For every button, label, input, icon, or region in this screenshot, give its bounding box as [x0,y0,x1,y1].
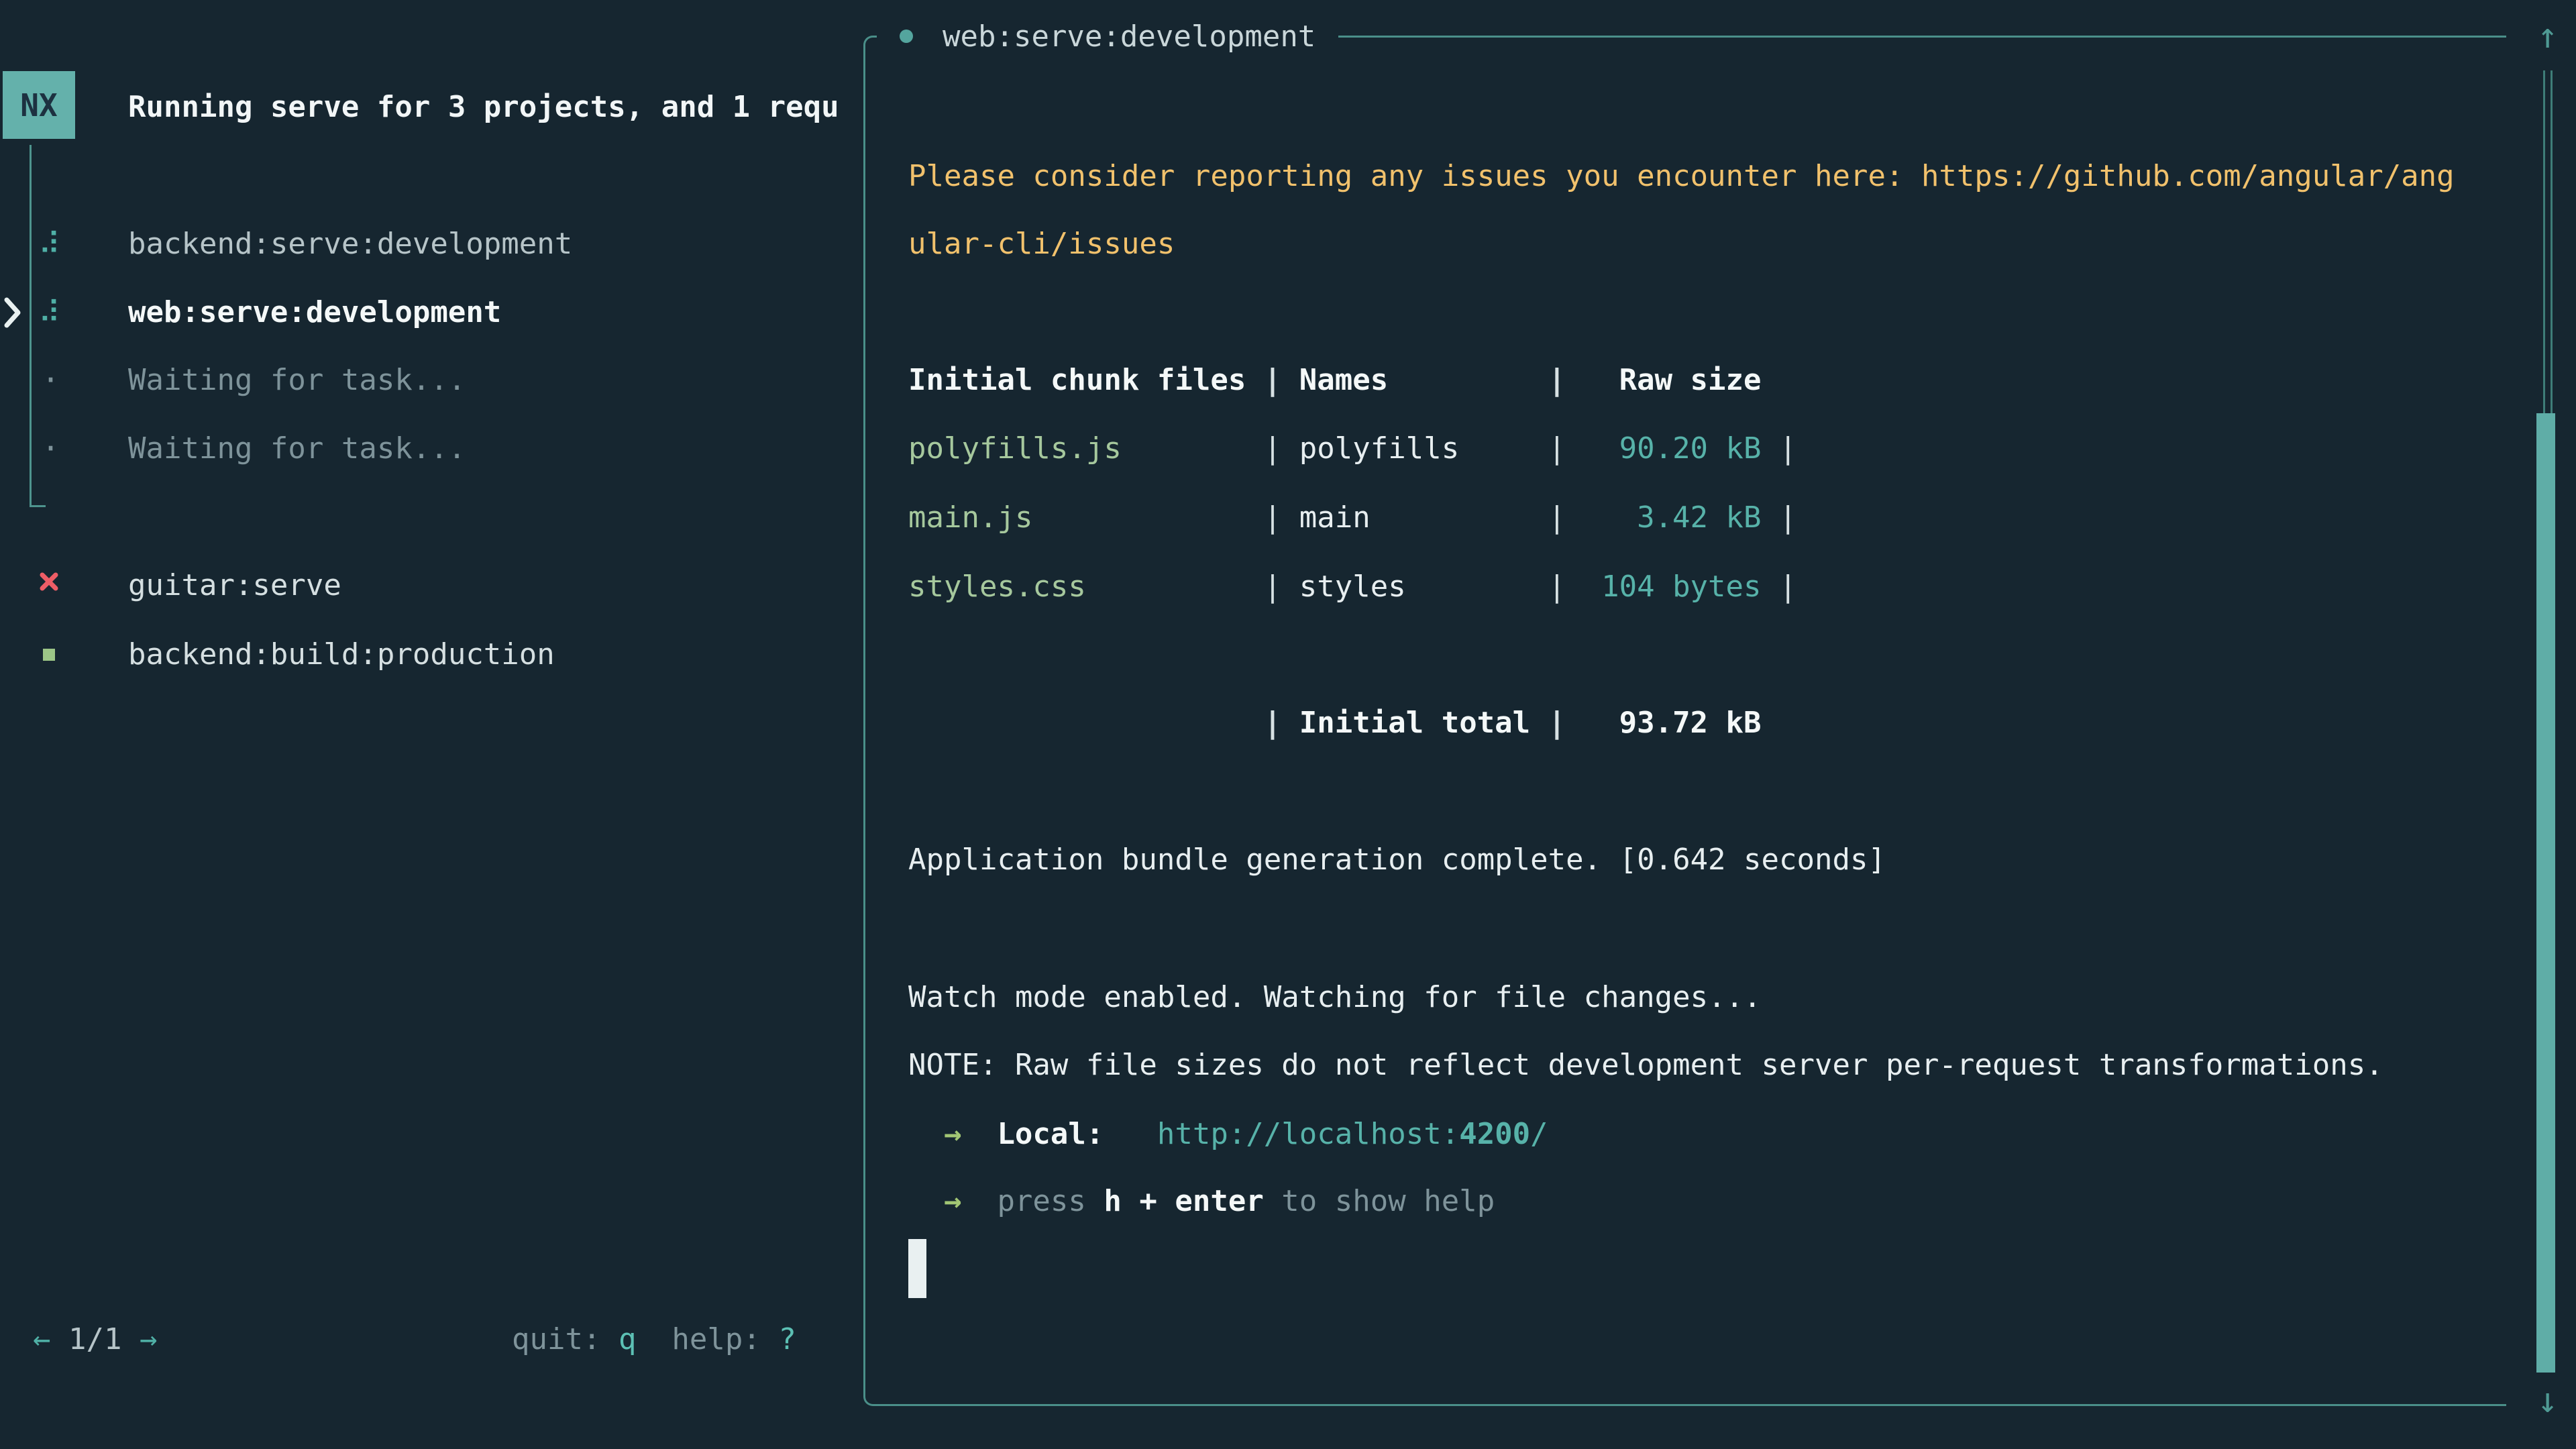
sidebar-item-waiting-1[interactable]: · Waiting for task... [0,346,859,414]
pager-prev-arrow-icon[interactable]: ← [33,1322,51,1356]
sidebar-item-guitar-serve[interactable]: guitar:serve [0,551,859,619]
help-hint-line: → press h + enter to show help [908,1167,1495,1235]
chunk-name: main [1299,484,1548,551]
pipe: | [1264,484,1299,551]
chunk-size: 3.42 kB [1601,484,1761,551]
chunk-file: main.js [908,484,1264,551]
scrollbar-thumb[interactable] [2536,413,2555,1373]
pager: ← 1/1 → [33,1305,157,1373]
notice-text: ular-cli/issues [908,210,1175,278]
failed-x-icon [39,572,59,594]
task-label: backend:build:production [128,637,555,672]
chunk-size: 90.20 kB [1601,415,1761,482]
pager-page-indicator: 1/1 [68,1322,121,1356]
hint-keys: h + enter [1104,1167,1263,1235]
sidebar-item-waiting-2[interactable]: · Waiting for task... [0,415,859,482]
prompt-arrow-icon: → [944,1167,962,1235]
angular-notice-line1: Please consider reporting any issues you… [908,142,2455,210]
running-bullet-icon [900,30,913,43]
pager-next-arrow-icon[interactable]: → [140,1322,158,1356]
total-label: Initial total [1299,689,1548,757]
local-label: Local: [997,1100,1104,1168]
task-label: Waiting for task... [128,431,466,466]
total-size: 93.72 kB [1601,689,1761,757]
pipe: | [1264,689,1299,757]
chunk-size: 104 bytes [1601,553,1761,621]
pipe-end: | [1762,484,1797,551]
chunk-file: styles.css [908,553,1264,621]
scroll-down-arrow-icon[interactable]: ↓ [2537,1383,2558,1418]
spinner-icon: ⠼ [38,229,62,259]
chunk-name: polyfills [1299,415,1548,482]
col-header-rawsize: Raw size [1601,346,1761,414]
nx-logo: NX [3,71,75,139]
pipe: | [1548,415,1584,482]
quit-hint-label: quit: [512,1322,619,1356]
pipe: | [1548,346,1584,414]
task-label: guitar:serve [128,568,341,602]
pipe: | [1548,689,1584,757]
hint-pre: press [997,1167,1104,1235]
status-text: NOTE: Raw file sizes do not reflect deve… [908,1031,2383,1099]
task-tree-guide-corner [30,505,46,507]
note-line: NOTE: Raw file sizes do not reflect deve… [908,1031,2383,1099]
status-text: Watch mode enabled. Watching for file ch… [908,963,1762,1031]
pipe-end: | [1762,553,1797,621]
pipe: | [1548,484,1584,551]
status-text: Application bundle generation complete. … [908,826,1886,894]
pipe-end: | [1762,415,1797,482]
spinner-icon: ⠼ [38,297,62,327]
local-url-line: → Local: http://localhost:4200/ [908,1100,1548,1168]
table-total-row: | Initial total| 93.72 kB [908,689,1762,757]
terminal-cursor [908,1239,926,1298]
panel-title: web:serve:development [943,19,1316,54]
sidebar-item-web-serve[interactable]: ⠼ web:serve:development [0,278,859,346]
sidebar-item-backend-build[interactable]: backend:build:production [0,621,859,688]
url-port: 4200 [1459,1117,1530,1151]
panel-title-bar: web:serve:development [877,5,1338,67]
col-header-files: Initial chunk files [908,346,1264,414]
table-row: polyfills.js| polyfills| 90.20 kB | [908,415,1797,482]
table-row: styles.css| styles| 104 bytes | [908,553,1797,621]
url-slash: / [1530,1117,1548,1151]
waiting-dot-icon: · [42,433,60,464]
hint-post: to show help [1264,1167,1495,1235]
notice-text: Please consider reporting any issues you… [908,142,2455,210]
angular-notice-line2: ular-cli/issues [908,210,1175,278]
scrollbar-track[interactable] [2543,70,2553,413]
chunk-file: polyfills.js [908,415,1264,482]
success-square-icon [43,649,55,661]
help-key: ? [778,1322,796,1356]
pipe: | [1264,346,1299,414]
selected-chevron-icon [4,297,21,331]
url-host: http://localhost: [1157,1117,1459,1151]
local-url[interactable]: http://localhost:4200/ [1157,1100,1548,1168]
pipe: | [1264,415,1299,482]
pipe: | [1548,553,1584,621]
task-label: web:serve:development [128,295,501,329]
keyboard-hints: quit: q help: ? [512,1305,796,1373]
task-label: Waiting for task... [128,363,466,397]
prompt-arrow-icon: → [944,1100,962,1168]
chunk-table-header: Initial chunk files| Names| Raw size [908,346,1762,414]
scroll-up-arrow-icon[interactable]: ↑ [2537,19,2558,54]
task-label: backend:serve:development [128,227,572,261]
sidebar-item-backend-serve[interactable]: ⠼ backend:serve:development [0,210,859,278]
table-row: main.js| main| 3.42 kB | [908,484,1797,551]
watch-mode-line: Watch mode enabled. Watching for file ch… [908,963,1762,1031]
help-hint-label: help: [672,1322,778,1356]
waiting-dot-icon: · [42,365,60,395]
quit-key: q [619,1322,637,1356]
col-header-names: Names [1299,346,1548,414]
bundle-complete-line: Application bundle generation complete. … [908,826,1886,894]
chunk-name: styles [1299,553,1548,621]
pipe: | [1264,553,1299,621]
sidebar-title: Running serve for 3 projects, and 1 requ [128,73,853,141]
